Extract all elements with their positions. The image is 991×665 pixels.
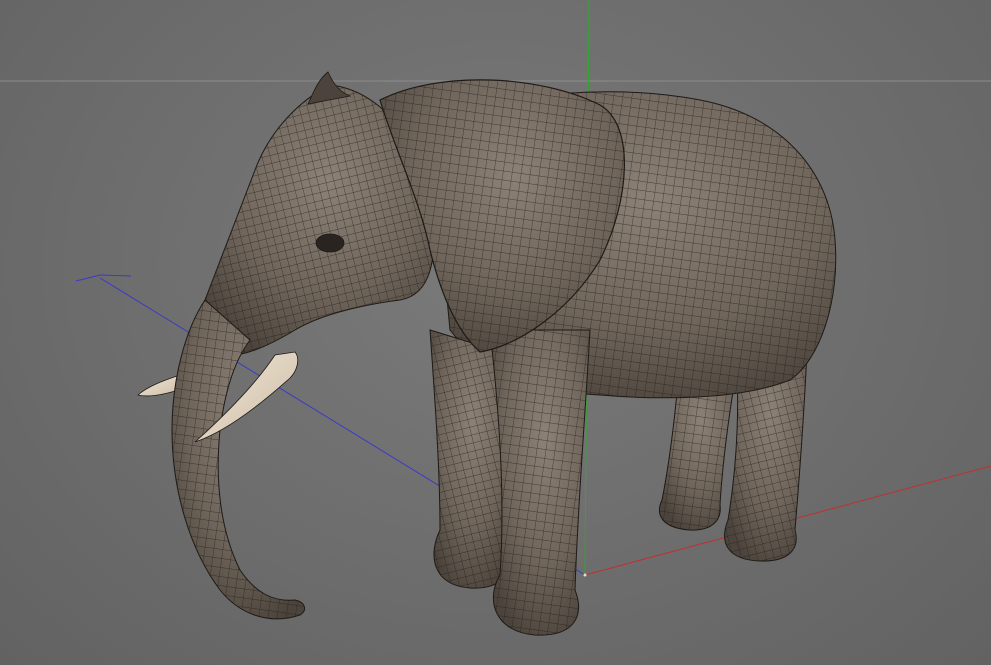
eye xyxy=(315,233,345,253)
world-origin xyxy=(583,573,587,577)
elephant-model[interactable] xyxy=(137,71,837,636)
z-axis-tick xyxy=(75,274,101,282)
z-axis-tick xyxy=(99,274,132,277)
3d-viewport[interactable] xyxy=(0,0,991,665)
viewport-scene[interactable] xyxy=(0,0,991,665)
